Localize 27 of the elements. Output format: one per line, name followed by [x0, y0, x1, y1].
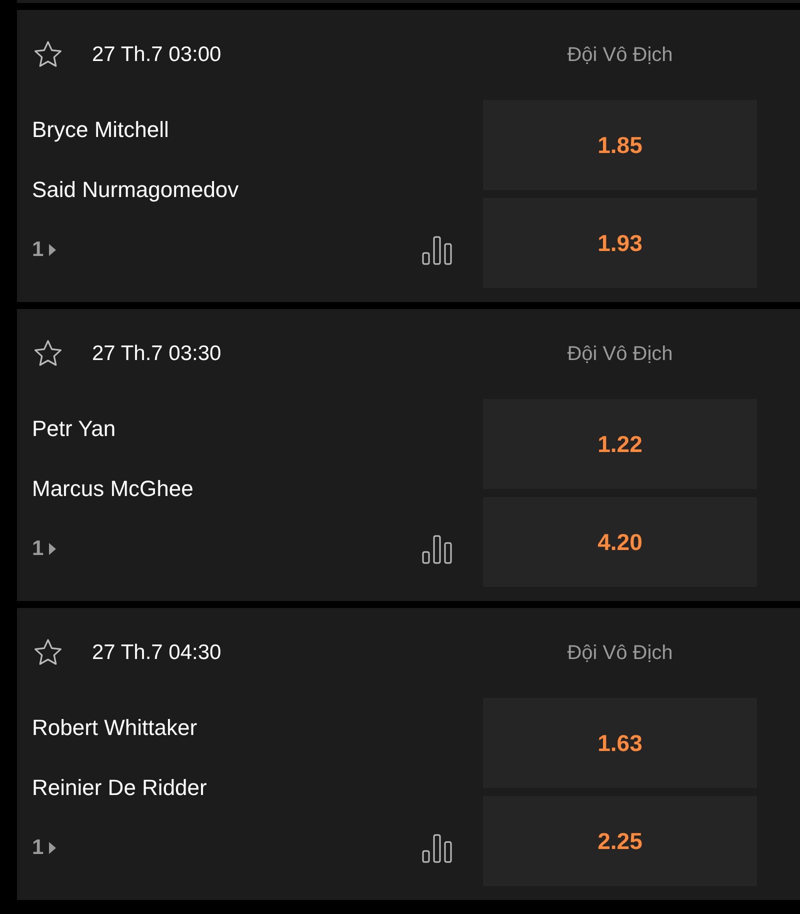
odds-button[interactable]: 1.93	[483, 198, 757, 288]
market-label: Đội Vô Địch	[566, 342, 674, 366]
caret-icon	[48, 842, 56, 854]
more-markets-button[interactable]: 1	[32, 238, 56, 262]
fighter-name: Petr Yan	[32, 415, 117, 443]
stats-icon[interactable]	[422, 236, 453, 264]
match-time: 27 Th.7 03:30	[92, 342, 222, 366]
stats-icon[interactable]	[422, 534, 453, 564]
match-time: 27 Th.7 04:30	[92, 641, 222, 665]
caret-icon	[48, 543, 56, 555]
fighter-name: Robert Whittaker	[32, 714, 198, 742]
fighter-name: Marcus McGhee	[32, 475, 194, 503]
stats-icon[interactable]	[422, 834, 453, 862]
fighter-name: Reinier De Ridder	[32, 774, 208, 802]
fighter-name: Said Nurmagomedov	[32, 176, 240, 204]
market-label: Đội Vô Địch	[566, 42, 674, 68]
odds-button[interactable]: 1.22	[483, 399, 757, 489]
odds-button[interactable]: 4.20	[483, 497, 757, 587]
odds-button[interactable]: 1.63	[483, 698, 757, 788]
market-label: Đội Vô Địch	[566, 640, 674, 666]
caret-icon	[48, 244, 56, 256]
match-time: 27 Th.7 03:00	[92, 43, 222, 67]
fighter-name: Bryce Mitchell	[32, 116, 170, 144]
more-markets-button[interactable]: 1	[32, 836, 56, 860]
odds-button[interactable]: 1.85	[483, 100, 757, 190]
odds-button[interactable]: 2.25	[483, 796, 757, 886]
more-markets-button[interactable]: 1	[32, 537, 56, 561]
